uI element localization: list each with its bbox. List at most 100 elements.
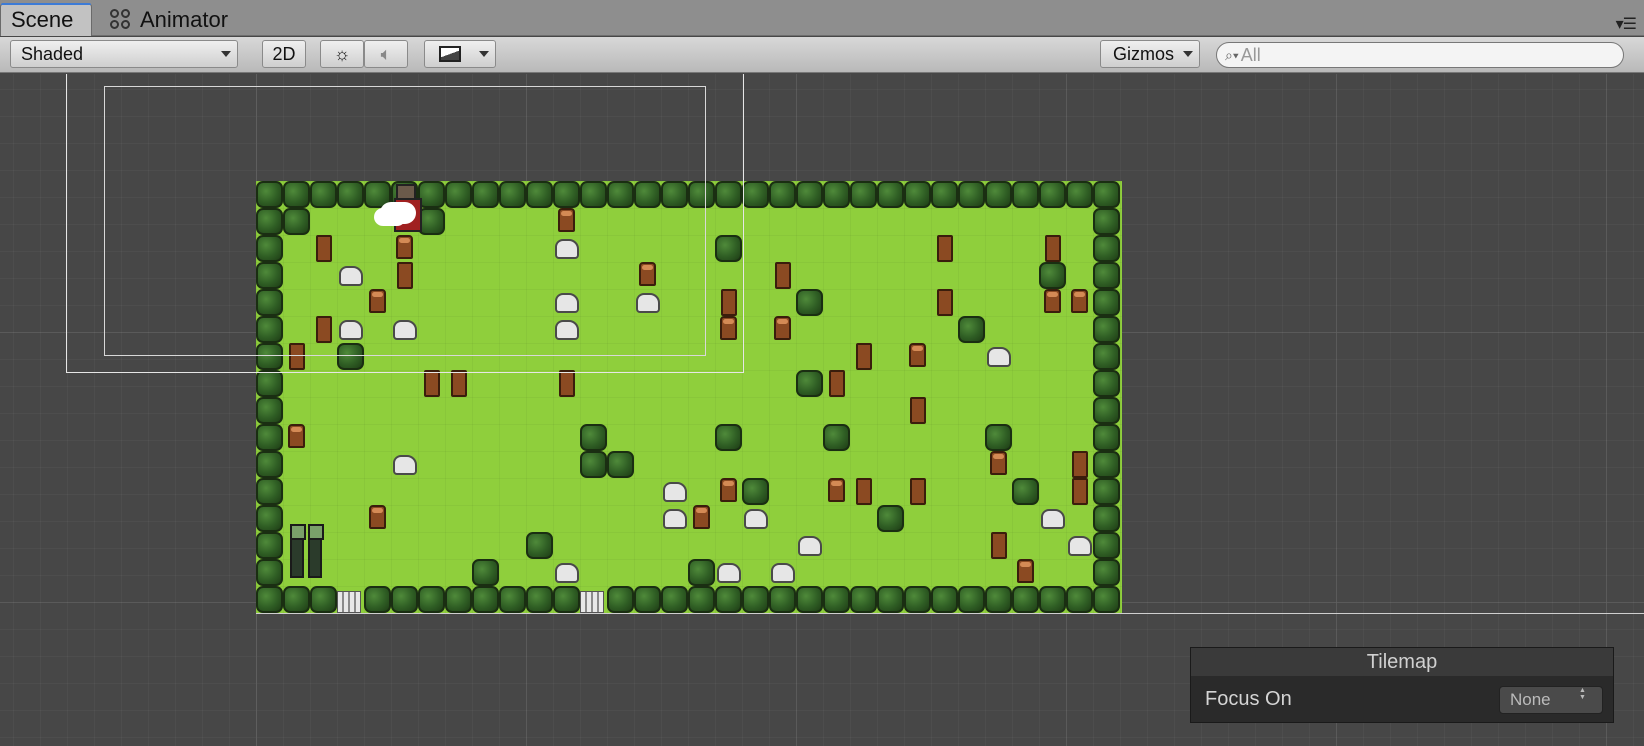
tree-trunk-tile bbox=[910, 397, 926, 424]
sun-icon: ☼ bbox=[333, 43, 351, 64]
bush-tile bbox=[1093, 397, 1120, 424]
chevron-down-icon bbox=[1183, 51, 1193, 57]
tree-trunk-tile bbox=[451, 370, 467, 397]
bush-tile bbox=[823, 586, 850, 613]
bush-tile bbox=[715, 586, 742, 613]
fence-tile bbox=[580, 591, 604, 613]
bush-tile bbox=[1093, 586, 1120, 613]
bush-tile bbox=[1093, 532, 1120, 559]
bush-tile bbox=[580, 424, 607, 451]
chevron-down-icon bbox=[221, 51, 231, 57]
bush-tile bbox=[850, 586, 877, 613]
bush-tile bbox=[256, 370, 283, 397]
bush-tile bbox=[256, 559, 283, 586]
tree-stump-tile bbox=[720, 478, 737, 502]
2d-toggle-label: 2D bbox=[272, 43, 296, 64]
bush-tile bbox=[1039, 181, 1066, 208]
tree-trunk-tile bbox=[910, 478, 926, 505]
focus-on-label: Focus On bbox=[1205, 688, 1292, 710]
lighting-toggle-button[interactable]: ☼ bbox=[320, 40, 364, 68]
tab-animator[interactable]: Animator bbox=[110, 3, 228, 36]
bush-tile bbox=[1012, 478, 1039, 505]
bush-tile bbox=[1093, 478, 1120, 505]
bush-tile bbox=[931, 586, 958, 613]
tree-stump-tile bbox=[1017, 559, 1034, 583]
camera-gizmo-icon[interactable] bbox=[380, 202, 416, 224]
bush-tile bbox=[553, 586, 580, 613]
tree-trunk-tile bbox=[1045, 235, 1061, 262]
bush-tile bbox=[715, 424, 742, 451]
zombie-sprite[interactable] bbox=[308, 524, 324, 578]
bush-tile bbox=[958, 586, 985, 613]
bush-tile bbox=[418, 586, 445, 613]
bush-tile bbox=[607, 586, 634, 613]
bush-tile bbox=[1039, 262, 1066, 289]
bush-tile bbox=[472, 586, 499, 613]
scene-toolbar: Shaded 2D ☼ 🔈︎ Gizmos ⌕▾ All bbox=[0, 37, 1644, 73]
chevron-down-icon bbox=[479, 51, 489, 57]
audio-toggle-button[interactable]: 🔈︎ bbox=[364, 40, 408, 68]
tree-trunk-tile bbox=[829, 370, 845, 397]
bush-tile bbox=[823, 181, 850, 208]
rock-tile bbox=[663, 509, 687, 529]
2d-toggle-button[interactable]: 2D bbox=[262, 40, 306, 68]
bush-tile bbox=[391, 586, 418, 613]
rock-tile bbox=[771, 563, 795, 583]
gizmos-dropdown[interactable]: Gizmos bbox=[1100, 40, 1200, 68]
gizmos-label: Gizmos bbox=[1113, 43, 1175, 64]
search-input[interactable]: ⌕▾ All bbox=[1216, 42, 1624, 68]
bush-tile bbox=[472, 559, 499, 586]
bush-tile bbox=[1039, 586, 1066, 613]
bush-tile bbox=[796, 181, 823, 208]
tree-stump-tile bbox=[1044, 289, 1061, 313]
bush-tile bbox=[580, 451, 607, 478]
shading-mode-dropdown[interactable]: Shaded bbox=[10, 40, 238, 68]
rock-tile bbox=[663, 482, 687, 502]
bush-tile bbox=[931, 181, 958, 208]
animator-icon bbox=[110, 8, 132, 31]
search-placeholder: All bbox=[1240, 44, 1261, 65]
tab-scene-label: Scene bbox=[11, 7, 74, 32]
effects-dropdown[interactable] bbox=[424, 40, 496, 68]
bush-tile bbox=[796, 370, 823, 397]
bush-tile bbox=[1093, 505, 1120, 532]
tree-trunk-tile bbox=[937, 289, 953, 316]
bush-tile bbox=[256, 451, 283, 478]
bush-tile bbox=[1093, 208, 1120, 235]
rock-tile bbox=[744, 509, 768, 529]
tab-menu-icon[interactable]: ▾☰ bbox=[1616, 14, 1637, 34]
image-effects-icon bbox=[439, 46, 461, 62]
zombie-sprite[interactable] bbox=[290, 524, 306, 578]
bush-tile bbox=[877, 586, 904, 613]
bush-tile bbox=[904, 586, 931, 613]
bush-tile bbox=[256, 586, 283, 613]
bush-tile bbox=[1093, 181, 1120, 208]
tree-trunk-tile bbox=[559, 370, 575, 397]
tilemap-overlay-panel: Tilemap Focus On None bbox=[1190, 647, 1614, 723]
bush-tile bbox=[1093, 370, 1120, 397]
rock-tile bbox=[555, 563, 579, 583]
tilemap-overlay-title: Tilemap bbox=[1191, 648, 1613, 676]
bush-tile bbox=[256, 532, 283, 559]
tab-scene[interactable]: Scene bbox=[0, 3, 92, 36]
bush-tile bbox=[310, 586, 337, 613]
tab-bar: Scene Animator ▾☰ bbox=[0, 0, 1644, 36]
bush-tile bbox=[1066, 586, 1093, 613]
scene-viewport[interactable]: Tilemap Focus On None bbox=[0, 74, 1644, 746]
bush-tile bbox=[877, 505, 904, 532]
bush-tile bbox=[985, 181, 1012, 208]
bush-tile bbox=[823, 424, 850, 451]
tree-trunk-tile bbox=[856, 478, 872, 505]
bush-tile bbox=[256, 424, 283, 451]
scene-axis-horizontal bbox=[256, 613, 1644, 614]
bush-tile bbox=[1093, 289, 1120, 316]
focus-on-select[interactable]: None bbox=[1499, 686, 1603, 714]
bush-tile bbox=[769, 586, 796, 613]
fence-tile bbox=[337, 591, 361, 613]
bush-tile bbox=[256, 505, 283, 532]
focus-on-value: None bbox=[1510, 690, 1551, 709]
bush-tile bbox=[742, 181, 769, 208]
tree-stump-tile bbox=[288, 424, 305, 448]
tree-stump-tile bbox=[693, 505, 710, 529]
bush-tile bbox=[742, 586, 769, 613]
